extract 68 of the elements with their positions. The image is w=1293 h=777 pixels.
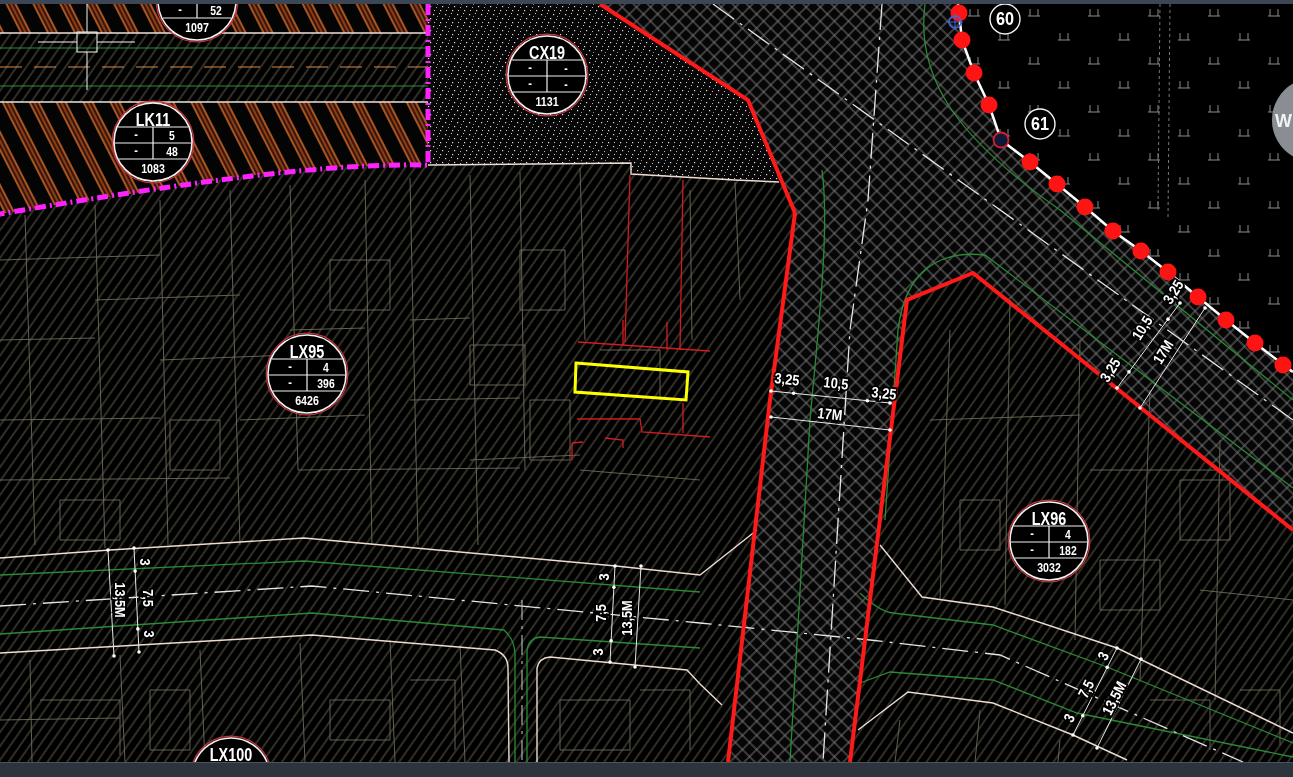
parcel-info-text: -: [134, 143, 138, 159]
dimension-value: 7,5: [139, 589, 157, 607]
dimension-value: 3,25: [1159, 276, 1187, 308]
parcel-info-text: -: [288, 359, 292, 375]
parcel-area-text: 3032: [1037, 560, 1061, 576]
parcel-info-text: -: [134, 127, 138, 143]
boundary-marker-icon: [1104, 222, 1122, 240]
boundary-marker-icon: [950, 4, 968, 22]
boundary-marker-icon: [1021, 153, 1039, 171]
boundary-marker-icon: [1048, 175, 1066, 193]
dimension-value: 3: [595, 573, 613, 581]
parcel-info-text: -: [564, 76, 568, 92]
parcel-info-text: 5: [169, 127, 175, 143]
point-number: 60: [996, 9, 1014, 29]
dimension-total: 13,5M: [1098, 678, 1130, 718]
boundary-marker-icon: [980, 96, 998, 114]
parcel-info-text: 396: [317, 375, 335, 391]
dimension-value: 3,25: [870, 383, 898, 403]
parcel-code: LX95: [289, 341, 325, 361]
parcel-code: CX19: [529, 42, 565, 62]
dimension-value: 3,25: [1096, 354, 1124, 386]
parcel-info-text: -: [564, 60, 568, 76]
boundary-marker-icon: [1217, 311, 1235, 329]
parcel-info-text: 182: [1059, 542, 1077, 558]
boundary-marker-icon: [1076, 198, 1094, 216]
dimension-total: 13,5M: [618, 600, 636, 636]
dimension-value: 7,5: [1074, 677, 1098, 701]
dimension-total: 17M: [816, 404, 844, 424]
parcel-code: LX96: [1031, 508, 1067, 528]
crosshair-cursor-icon: [37, 4, 136, 91]
point-marker-ring: [989, 4, 1021, 35]
boundary-marker-icon: [953, 31, 971, 49]
boundary-marker-icon: [1159, 263, 1177, 281]
parcel-info-text: -: [1030, 526, 1034, 542]
dimension-value: 3: [140, 630, 158, 638]
dimension-value: 3: [1059, 710, 1079, 726]
boundary-marker-icon: [1132, 242, 1150, 260]
boundary-marker-icon: [1274, 356, 1292, 374]
parcel-area-text: 1131: [535, 94, 559, 110]
dimension-total: 13,5M: [111, 582, 129, 618]
compass-direction: W: [1275, 111, 1292, 131]
parcel-info-text: 52: [210, 4, 222, 18]
parcel-info-text: -: [288, 375, 292, 391]
parcel-area-text: 1083: [141, 161, 165, 177]
survey-point-icon: [946, 13, 964, 31]
dimension-value: 3: [589, 648, 607, 656]
parcel-code: LK11: [135, 109, 171, 129]
boundary-marker-icon: [1246, 334, 1264, 352]
parcel-info-text: -: [528, 76, 532, 92]
dimension-value: 3: [1093, 648, 1113, 664]
dimension-value: 10,5: [822, 373, 850, 393]
parcel-area-text: 6426: [295, 393, 319, 409]
dimension-value: 3,25: [773, 369, 801, 389]
parcel-info-text: -: [528, 60, 532, 76]
parcel-info-text: 4: [1065, 526, 1071, 542]
survey-point-icon: [992, 131, 1010, 149]
parcel-code: LX100: [209, 744, 253, 762]
parcel-info-text: 4: [323, 359, 329, 375]
point-number: 61: [1031, 114, 1049, 134]
boundary-marker-icon: [965, 64, 983, 82]
parcel-info-text: -: [178, 4, 182, 18]
parcel-area-text: 1097: [185, 20, 209, 36]
parcel-info-text: 48: [166, 143, 178, 159]
parcel-info-text: -: [1030, 542, 1034, 558]
boundary-marker-icon: [1189, 288, 1207, 306]
dimension-value: 3: [136, 558, 154, 566]
dimension-value: 7,5: [592, 604, 610, 622]
point-marker-ring: [1024, 108, 1056, 140]
